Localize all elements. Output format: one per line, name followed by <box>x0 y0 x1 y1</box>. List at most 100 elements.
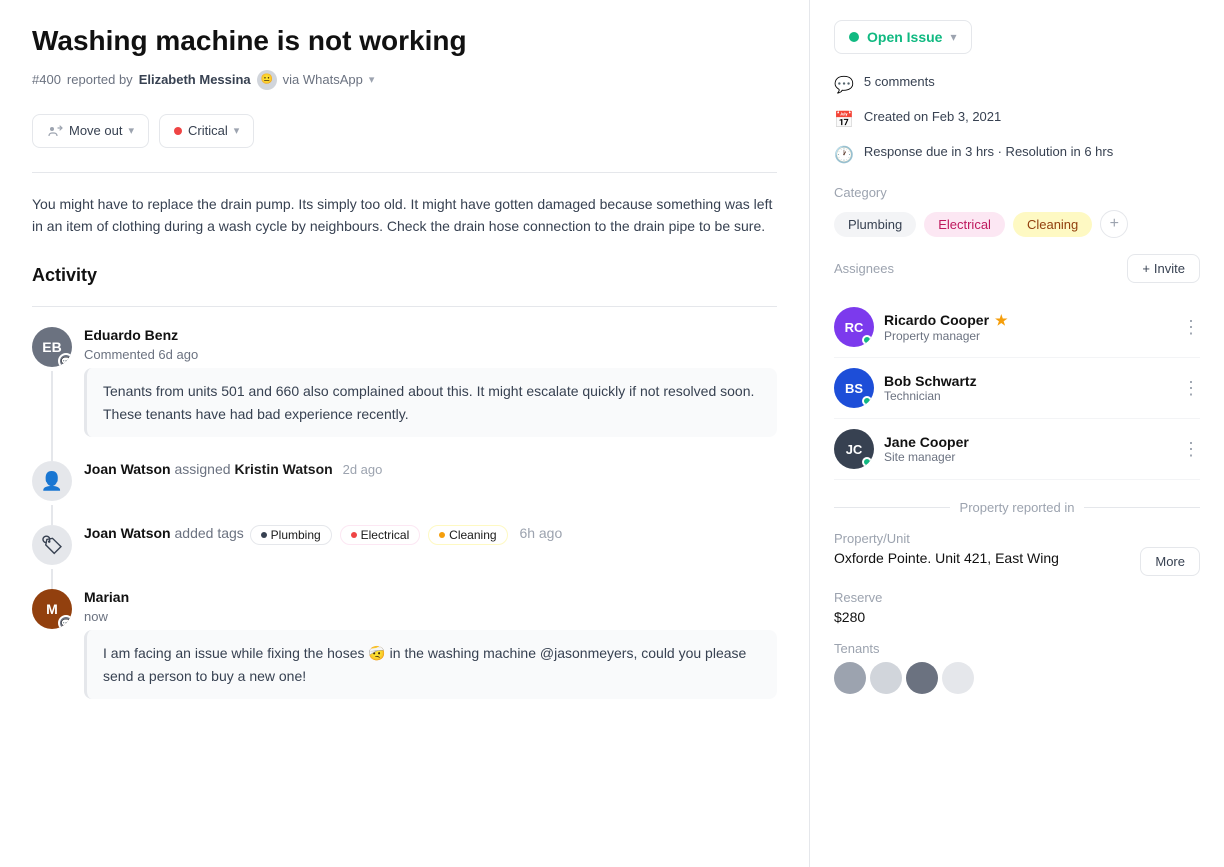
property-divider: Property reported in <box>834 500 1200 515</box>
tenant-avatar-4 <box>942 662 974 694</box>
assignee-bob: BS Bob Schwartz Technician ⋮ <box>834 358 1200 419</box>
category-plumbing[interactable]: Plumbing <box>834 212 916 237</box>
response-time: Response due in 3 hrs · Resolution in 6 … <box>864 144 1113 159</box>
electrical-dot-icon <box>351 532 357 538</box>
add-category-button[interactable]: + <box>1100 210 1128 238</box>
critical-label: Critical <box>188 123 228 138</box>
tenants-label: Tenants <box>834 641 1200 656</box>
response-meta: 🕐 Response due in 3 hrs · Resolution in … <box>834 144 1200 165</box>
property-unit-row: Property/Unit Oxforde Pointe. Unit 421, … <box>834 531 1200 576</box>
invite-button[interactable]: + Invite <box>1127 254 1200 283</box>
category-label: Category <box>834 185 1200 200</box>
property-unit-label: Property/Unit <box>834 531 1059 546</box>
critical-chevron-icon: ▾ <box>234 124 240 137</box>
created-meta: 📅 Created on Feb 3, 2021 <box>834 109 1200 130</box>
comments-count: 5 comments <box>864 74 935 89</box>
activity-tags-content: Joan Watson added tags Plumbing Electric… <box>84 525 777 589</box>
status-badge[interactable]: Open Issue ▾ <box>834 20 972 54</box>
star-icon: ★ <box>995 312 1008 329</box>
move-out-label: Move out <box>69 123 122 138</box>
assignee-info-ricardo: Ricardo Cooper ★ Property manager <box>884 312 1172 343</box>
issue-number: #400 <box>32 72 61 87</box>
issue-title: Washing machine is not working <box>32 24 777 58</box>
assignee-more-icon-bob[interactable]: ⋮ <box>1182 378 1200 399</box>
move-out-button[interactable]: Move out ▾ <box>32 114 149 148</box>
divider-2 <box>32 306 777 307</box>
critical-button[interactable]: Critical ▾ <box>159 114 254 148</box>
right-panel: Open Issue ▾ 💬 5 comments 📅 Created on F… <box>810 0 1224 867</box>
assignee-role-ricardo: Property manager <box>884 329 1172 343</box>
category-electrical[interactable]: Electrical <box>924 212 1005 237</box>
online-dot-bob <box>862 396 872 406</box>
marian-comment-icon: 💬 <box>58 615 72 629</box>
assignee-name-bob: Bob Schwartz <box>884 373 977 389</box>
more-button[interactable]: More <box>1140 547 1200 576</box>
comment-content-marian: Marian now I am facing an issue while fi… <box>84 589 777 723</box>
assignee-info-bob: Bob Schwartz Technician <box>884 373 1172 403</box>
activity-item-tags: 🏷 Joan Watson added tags Plumbing Electr… <box>32 525 777 589</box>
property-unit-value: Oxforde Pointe. Unit 421, East Wing <box>834 550 1059 566</box>
tag-cleaning[interactable]: Cleaning <box>428 525 507 545</box>
reserve-row: Reserve $280 <box>834 590 1200 625</box>
calendar-icon: 📅 <box>834 110 854 130</box>
assignee-jane: JC Jane Cooper Site manager ⋮ <box>834 419 1200 480</box>
comments-meta: 💬 5 comments <box>834 74 1200 95</box>
property-section: Property reported in Property/Unit Oxfor… <box>834 500 1200 694</box>
assign-time: 2d ago <box>343 462 383 477</box>
tenant-avatar-3 <box>906 662 938 694</box>
divider-1 <box>32 172 777 173</box>
status-label: Open Issue <box>867 29 942 45</box>
activity-item-marian: M 💬 Marian now I am facing an issue whil… <box>32 589 777 723</box>
invite-label: Invite <box>1154 261 1185 276</box>
reserve-label: Reserve <box>834 590 1200 605</box>
via-channel: via WhatsApp <box>283 72 363 87</box>
comment-time-eduardo: Commented 6d ago <box>84 347 777 362</box>
activity-assign-content: Joan Watson assigned Kristin Watson 2d a… <box>84 461 777 525</box>
assignee-more-icon-jane[interactable]: ⋮ <box>1182 439 1200 460</box>
tags-actor: Joan Watson <box>84 525 171 541</box>
reporter-avatar: 😐 <box>257 70 277 90</box>
reporter-name: Elizabeth Messina <box>139 72 251 87</box>
assign-target: Kristin Watson <box>234 461 332 477</box>
category-tags: Plumbing Electrical Cleaning + <box>834 210 1200 238</box>
clock-icon: 🕐 <box>834 145 854 165</box>
assignee-ricardo: RC Ricardo Cooper ★ Property manager ⋮ <box>834 297 1200 358</box>
assignee-more-icon-ricardo[interactable]: ⋮ <box>1182 317 1200 338</box>
comment-author-marian: Marian <box>84 589 129 605</box>
tenant-avatar-1 <box>834 662 866 694</box>
tenant-avatar-2 <box>870 662 902 694</box>
plumbing-dot-icon <box>261 532 267 538</box>
move-out-icon <box>47 123 63 139</box>
activity-item-eduardo: EB 💬 Eduardo Benz Commented 6d ago Tenan… <box>32 327 777 461</box>
issue-meta: #400 reported by Elizabeth Messina 😐 via… <box>32 70 777 90</box>
comment-text-eduardo: Tenants from units 501 and 660 also comp… <box>84 368 777 437</box>
left-panel: Washing machine is not working #400 repo… <box>0 0 810 867</box>
reserve-value: $280 <box>834 609 1200 625</box>
avatar-assign-icon: 👤 <box>32 461 72 501</box>
assignee-role-bob: Technician <box>884 389 1172 403</box>
assignee-info-jane: Jane Cooper Site manager <box>884 434 1172 464</box>
assignee-name-ricardo: Ricardo Cooper <box>884 312 989 328</box>
comment-author-eduardo: Eduardo Benz <box>84 327 178 343</box>
avatar-bob: BS <box>834 368 874 408</box>
tag-electrical[interactable]: Electrical <box>340 525 421 545</box>
comment-time-marian: now <box>84 609 777 624</box>
tag-plumbing[interactable]: Plumbing <box>250 525 332 545</box>
tags-time: 6h ago <box>519 525 562 541</box>
chat-icon: 💬 <box>834 75 854 95</box>
activity-title: Activity <box>32 265 777 286</box>
cleaning-dot-icon <box>439 532 445 538</box>
assignees-label: Assignees <box>834 261 894 276</box>
meta-chevron-icon[interactable]: ▾ <box>369 73 375 86</box>
category-cleaning[interactable]: Cleaning <box>1013 212 1092 237</box>
assign-actor: Joan Watson <box>84 461 171 477</box>
tenants-avatars <box>834 662 1200 694</box>
status-chevron-icon: ▾ <box>950 30 956 44</box>
avatar-jane: JC <box>834 429 874 469</box>
comment-icon: 💬 <box>58 353 72 367</box>
avatar-tags-icon: 🏷 <box>32 525 72 565</box>
assignees-header: Assignees + Invite <box>834 254 1200 283</box>
avatar-ricardo: RC <box>834 307 874 347</box>
created-date: Created on Feb 3, 2021 <box>864 109 1001 124</box>
tags-row: Move out ▾ Critical ▾ <box>32 114 777 148</box>
